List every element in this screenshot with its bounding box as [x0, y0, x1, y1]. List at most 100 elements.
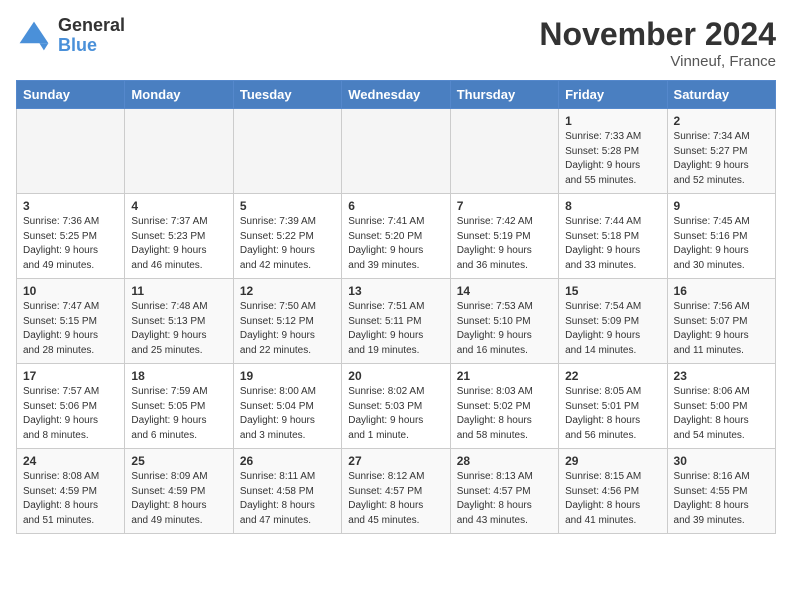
day-number: 15	[565, 284, 660, 298]
day-info: Sunrise: 7:39 AM Sunset: 5:22 PM Dayligh…	[240, 215, 335, 273]
calendar-week-row: 24 Sunrise: 8:08 AM Sunset: 4:59 PM Dayli…	[17, 449, 776, 534]
weekday-header: Monday	[125, 81, 233, 109]
calendar-cell	[450, 109, 558, 194]
day-number: 22	[565, 369, 660, 383]
day-info: Sunrise: 7:44 AM Sunset: 5:18 PM Dayligh…	[565, 215, 660, 273]
day-number: 17	[23, 369, 118, 383]
weekday-header: Friday	[559, 81, 667, 109]
calendar-cell: 11 Sunrise: 7:48 AM Sunset: 5:13 PM Dayli…	[125, 279, 233, 364]
day-info: Sunrise: 8:08 AM Sunset: 4:59 PM Dayligh…	[23, 470, 118, 528]
weekday-header: Wednesday	[342, 81, 450, 109]
day-info: Sunrise: 8:05 AM Sunset: 5:01 PM Dayligh…	[565, 385, 660, 443]
day-info: Sunrise: 8:00 AM Sunset: 5:04 PM Dayligh…	[240, 385, 335, 443]
day-number: 13	[348, 284, 443, 298]
day-info: Sunrise: 7:53 AM Sunset: 5:10 PM Dayligh…	[457, 300, 552, 358]
day-info: Sunrise: 7:51 AM Sunset: 5:11 PM Dayligh…	[348, 300, 443, 358]
weekday-header: Thursday	[450, 81, 558, 109]
day-number: 8	[565, 199, 660, 213]
calendar-cell: 22 Sunrise: 8:05 AM Sunset: 5:01 PM Dayli…	[559, 364, 667, 449]
day-info: Sunrise: 8:12 AM Sunset: 4:57 PM Dayligh…	[348, 470, 443, 528]
day-info: Sunrise: 7:50 AM Sunset: 5:12 PM Dayligh…	[240, 300, 335, 358]
day-number: 23	[674, 369, 769, 383]
calendar-cell: 7 Sunrise: 7:42 AM Sunset: 5:19 PM Daylig…	[450, 194, 558, 279]
calendar-cell: 2 Sunrise: 7:34 AM Sunset: 5:27 PM Daylig…	[667, 109, 775, 194]
calendar-cell: 1 Sunrise: 7:33 AM Sunset: 5:28 PM Daylig…	[559, 109, 667, 194]
day-info: Sunrise: 8:16 AM Sunset: 4:55 PM Dayligh…	[674, 470, 769, 528]
day-info: Sunrise: 8:11 AM Sunset: 4:58 PM Dayligh…	[240, 470, 335, 528]
day-info: Sunrise: 8:02 AM Sunset: 5:03 PM Dayligh…	[348, 385, 443, 443]
calendar-cell: 18 Sunrise: 7:59 AM Sunset: 5:05 PM Dayli…	[125, 364, 233, 449]
day-info: Sunrise: 8:06 AM Sunset: 5:00 PM Dayligh…	[674, 385, 769, 443]
calendar-week-row: 17 Sunrise: 7:57 AM Sunset: 5:06 PM Dayli…	[17, 364, 776, 449]
day-number: 26	[240, 454, 335, 468]
weekday-header: Saturday	[667, 81, 775, 109]
day-number: 9	[674, 199, 769, 213]
calendar-cell: 17 Sunrise: 7:57 AM Sunset: 5:06 PM Dayli…	[17, 364, 125, 449]
calendar-cell: 28Sunrise: 8:13 AM Sunset: 4:57 PM Dayli…	[450, 449, 558, 534]
day-info: Sunrise: 7:54 AM Sunset: 5:09 PM Dayligh…	[565, 300, 660, 358]
calendar-cell: 25Sunrise: 8:09 AM Sunset: 4:59 PM Dayli…	[125, 449, 233, 534]
calendar-cell: 21 Sunrise: 8:03 AM Sunset: 5:02 PM Dayli…	[450, 364, 558, 449]
calendar-cell: 3Sunrise: 7:36 AM Sunset: 5:25 PM Daylig…	[17, 194, 125, 279]
day-info: Sunrise: 7:59 AM Sunset: 5:05 PM Dayligh…	[131, 385, 226, 443]
day-number: 24	[23, 454, 118, 468]
day-number: 30	[674, 454, 769, 468]
day-number: 12	[240, 284, 335, 298]
day-number: 21	[457, 369, 552, 383]
calendar-cell: 9Sunrise: 7:45 AM Sunset: 5:16 PM Daylig…	[667, 194, 775, 279]
calendar-table: SundayMondayTuesdayWednesdayThursdayFrid…	[16, 80, 776, 534]
day-info: Sunrise: 7:48 AM Sunset: 5:13 PM Dayligh…	[131, 300, 226, 358]
day-info: Sunrise: 7:57 AM Sunset: 5:06 PM Dayligh…	[23, 385, 118, 443]
day-info: Sunrise: 7:34 AM Sunset: 5:27 PM Dayligh…	[674, 130, 769, 188]
day-number: 28	[457, 454, 552, 468]
calendar-week-row: 1 Sunrise: 7:33 AM Sunset: 5:28 PM Daylig…	[17, 109, 776, 194]
weekday-header-row: SundayMondayTuesdayWednesdayThursdayFrid…	[17, 81, 776, 109]
logo-text: General Blue	[58, 16, 125, 56]
calendar-cell	[233, 109, 341, 194]
day-number: 18	[131, 369, 226, 383]
day-number: 2	[674, 114, 769, 128]
calendar-cell: 14Sunrise: 7:53 AM Sunset: 5:10 PM Dayli…	[450, 279, 558, 364]
day-number: 29	[565, 454, 660, 468]
day-info: Sunrise: 7:56 AM Sunset: 5:07 PM Dayligh…	[674, 300, 769, 358]
calendar-cell: 20Sunrise: 8:02 AM Sunset: 5:03 PM Dayli…	[342, 364, 450, 449]
calendar-cell: 23 Sunrise: 8:06 AM Sunset: 5:00 PM Dayli…	[667, 364, 775, 449]
calendar-cell: 16 Sunrise: 7:56 AM Sunset: 5:07 PM Dayli…	[667, 279, 775, 364]
day-number: 10	[23, 284, 118, 298]
day-number: 7	[457, 199, 552, 213]
day-number: 11	[131, 284, 226, 298]
page-header: General Blue November 2024 Vinneuf, Fran…	[16, 16, 776, 70]
day-number: 4	[131, 199, 226, 213]
day-number: 1	[565, 114, 660, 128]
calendar-cell: 10 Sunrise: 7:47 AM Sunset: 5:15 PM Dayli…	[17, 279, 125, 364]
calendar-cell: 5 Sunrise: 7:39 AM Sunset: 5:22 PM Daylig…	[233, 194, 341, 279]
calendar-cell: 8 Sunrise: 7:44 AM Sunset: 5:18 PM Daylig…	[559, 194, 667, 279]
day-info: Sunrise: 8:03 AM Sunset: 5:02 PM Dayligh…	[457, 385, 552, 443]
title-area: November 2024 Vinneuf, France	[539, 16, 776, 70]
day-number: 19	[240, 369, 335, 383]
logo-icon	[16, 18, 52, 54]
logo-general: General	[58, 16, 125, 36]
day-number: 5	[240, 199, 335, 213]
day-info: Sunrise: 7:41 AM Sunset: 5:20 PM Dayligh…	[348, 215, 443, 273]
day-number: 6	[348, 199, 443, 213]
day-info: Sunrise: 7:47 AM Sunset: 5:15 PM Dayligh…	[23, 300, 118, 358]
day-info: Sunrise: 7:42 AM Sunset: 5:19 PM Dayligh…	[457, 215, 552, 273]
calendar-cell: 30 Sunrise: 8:16 AM Sunset: 4:55 PM Dayli…	[667, 449, 775, 534]
day-number: 25	[131, 454, 226, 468]
calendar-cell: 4 Sunrise: 7:37 AM Sunset: 5:23 PM Daylig…	[125, 194, 233, 279]
logo: General Blue	[16, 16, 125, 56]
logo-blue: Blue	[58, 36, 125, 56]
day-number: 16	[674, 284, 769, 298]
calendar-cell	[17, 109, 125, 194]
day-info: Sunrise: 7:37 AM Sunset: 5:23 PM Dayligh…	[131, 215, 226, 273]
calendar-cell: 12 Sunrise: 7:50 AM Sunset: 5:12 PM Dayli…	[233, 279, 341, 364]
calendar-cell: 6 Sunrise: 7:41 AM Sunset: 5:20 PM Daylig…	[342, 194, 450, 279]
day-info: Sunrise: 8:15 AM Sunset: 4:56 PM Dayligh…	[565, 470, 660, 528]
calendar-cell: 26 Sunrise: 8:11 AM Sunset: 4:58 PM Dayli…	[233, 449, 341, 534]
day-number: 3	[23, 199, 118, 213]
calendar-cell: 24 Sunrise: 8:08 AM Sunset: 4:59 PM Dayli…	[17, 449, 125, 534]
day-info: Sunrise: 7:33 AM Sunset: 5:28 PM Dayligh…	[565, 130, 660, 188]
calendar-cell	[342, 109, 450, 194]
calendar-cell: 19 Sunrise: 8:00 AM Sunset: 5:04 PM Dayli…	[233, 364, 341, 449]
